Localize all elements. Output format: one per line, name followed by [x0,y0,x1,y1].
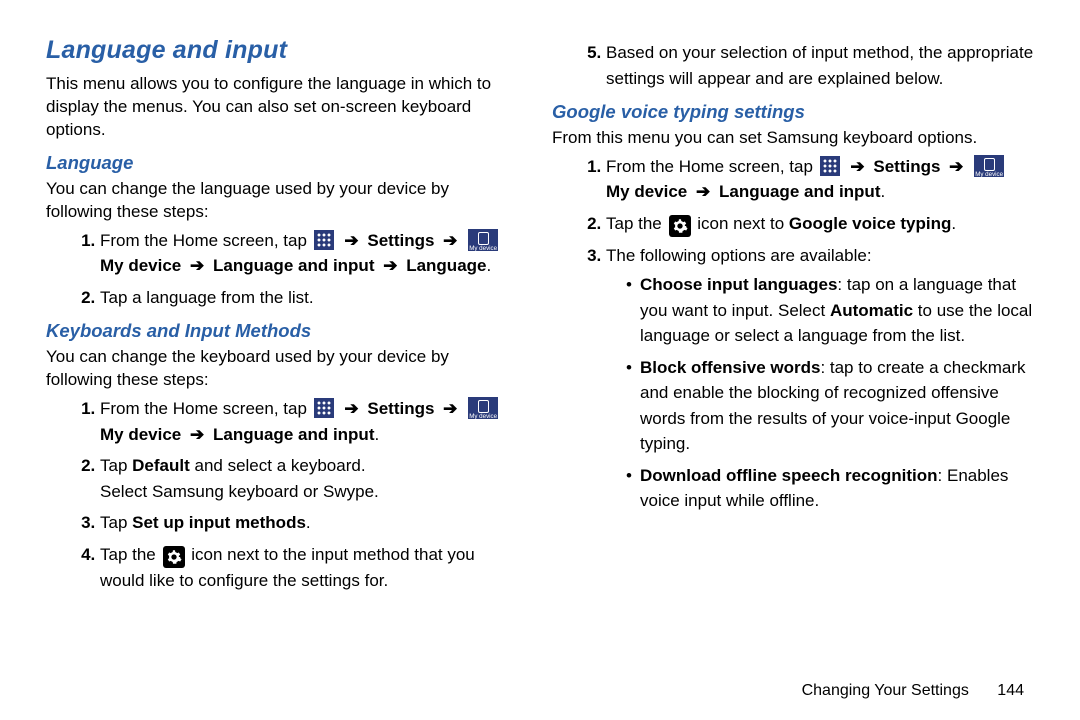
mydevice-label: My device [100,425,181,444]
chapter-name: Changing Your Settings [802,682,969,699]
step-text: Select Samsung keyboard or Swype. [100,482,379,501]
page-footer: Changing Your Settings 144 [802,682,1024,700]
arrow-icon: ➔ [383,256,397,275]
section-language-heading: Language [46,152,516,174]
list-item: Choose input languages: tap on a languag… [626,272,1034,349]
arrow-icon: ➔ [344,399,358,418]
section-language-intro: You can change the language used by your… [46,178,516,224]
setup-label: Set up input methods [132,513,306,532]
arrow-icon: ➔ [696,182,710,201]
arrow-icon: ➔ [850,157,864,176]
my-device-icon [468,229,498,251]
step-text: From the Home screen, tap [100,231,307,250]
gvt-steps: From the Home screen, tap ➔ Settings ➔ M… [552,154,1034,514]
intro-text: This menu allows you to configure the la… [46,73,516,142]
mydevice-label: My device [606,182,687,201]
arrow-icon: ➔ [443,231,457,250]
keyboards-steps: From the Home screen, tap ➔ Settings ➔ M… [46,396,516,593]
arrow-icon: ➔ [443,399,457,418]
mydevice-label: My device [100,256,181,275]
gear-icon [669,215,691,237]
step-item: From the Home screen, tap ➔ Settings ➔ M… [606,154,1034,205]
step-item: Tap a language from the list. [100,285,516,311]
keyboards-steps-cont: Based on your selection of input method,… [552,40,1034,91]
gvt-options: Choose input languages: tap on a languag… [606,272,1034,514]
step-item: Tap the icon next to Google voice typing… [606,211,1034,237]
step-text: The following options are available: [606,246,872,265]
step-text: Tap [100,456,132,475]
step-text: From the Home screen, tap [100,399,307,418]
step-item: Tap the icon next to the input method th… [100,542,516,594]
settings-label: Settings [873,157,940,176]
step-item: From the Home screen, tap ➔ Settings ➔ M… [100,228,516,279]
option-label: Block offensive words [640,358,820,377]
gvt-intro: From this menu you can set Samsung keybo… [552,127,1034,150]
my-device-icon [974,155,1004,177]
step-text: and select a keyboard. [190,456,366,475]
step-item: Tap Set up input methods. [100,510,516,536]
option-label: Download offline speech recognition [640,466,938,485]
gear-icon [163,546,185,568]
language-label: Language [406,256,486,275]
step-text: Tap the [100,545,161,564]
section-gvt-heading: Google voice typing settings [552,101,1034,123]
settings-label: Settings [367,231,434,250]
apps-icon [314,398,334,418]
arrow-icon: ➔ [190,256,204,275]
language-steps: From the Home screen, tap ➔ Settings ➔ M… [46,228,516,311]
step-text: Tap the [606,214,667,233]
page-number: 144 [997,682,1024,699]
arrow-icon: ➔ [949,157,963,176]
automatic-label: Automatic [830,301,913,320]
section-keyboards-heading: Keyboards and Input Methods [46,320,516,342]
step-text: From the Home screen, tap [606,157,813,176]
apps-icon [820,156,840,176]
settings-label: Settings [367,399,434,418]
section-keyboards-intro: You can change the keyboard used by your… [46,346,516,392]
langinput-label: Language and input [213,256,375,275]
list-item: Download offline speech recognition: Ena… [626,463,1034,514]
langinput-label: Language and input [213,425,375,444]
step-item: The following options are available: Cho… [606,243,1034,514]
step-item: From the Home screen, tap ➔ Settings ➔ M… [100,396,516,447]
arrow-icon: ➔ [344,231,358,250]
step-text: Tap [100,513,132,532]
page-title: Language and input [46,36,516,65]
step-item: Based on your selection of input method,… [606,40,1034,91]
step-text: icon next to [697,214,789,233]
gvt-label: Google voice typing [789,214,951,233]
default-label: Default [132,456,190,475]
list-item: Block offensive words: tap to create a c… [626,355,1034,457]
langinput-label: Language and input [719,182,881,201]
my-device-icon [468,397,498,419]
step-item: Tap Default and select a keyboard. Selec… [100,453,516,504]
arrow-icon: ➔ [190,425,204,444]
option-label: Choose input languages [640,275,837,294]
apps-icon [314,230,334,250]
